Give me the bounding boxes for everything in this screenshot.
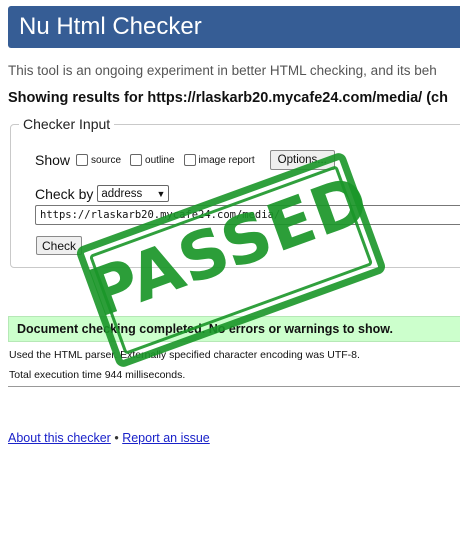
footer-links: About this checker • Report an issue: [8, 431, 210, 445]
source-checkbox-box[interactable]: [76, 154, 89, 166]
checker-input-legend: Checker Input: [19, 116, 115, 132]
execution-time-info: Total execution time 944 milliseconds.: [9, 369, 186, 381]
check-button[interactable]: Check: [36, 236, 83, 255]
show-options-row: Show source outline image report Options…: [35, 150, 335, 170]
outline-checkbox-box[interactable]: [130, 154, 143, 166]
source-checkbox[interactable]: source: [76, 154, 121, 166]
chevron-down-icon: ▼: [156, 188, 166, 199]
footer-separator: •: [114, 431, 119, 445]
check-by-row: Check by address ▼: [35, 185, 170, 202]
options-button[interactable]: Options...: [269, 150, 335, 170]
about-checker-link[interactable]: About this checker: [8, 431, 111, 445]
source-checkbox-label: source: [91, 154, 122, 166]
results-prefix: Showing results for: [8, 90, 148, 106]
page-title: Nu Html Checker: [19, 13, 202, 40]
image-report-checkbox-box[interactable]: [183, 154, 196, 166]
results-heading: Showing results for https://rlaskarb20.m…: [8, 90, 448, 106]
page: Nu Html Checker This tool is an ongoing …: [0, 0, 460, 539]
divider: [8, 386, 460, 387]
image-report-checkbox-label: image report: [198, 154, 255, 166]
url-input[interactable]: https://rlaskarb20.mycafe24.com/media/: [35, 205, 460, 225]
report-issue-link[interactable]: Report an issue: [122, 431, 210, 445]
check-by-select[interactable]: address ▼: [97, 185, 170, 202]
check-by-value: address: [101, 187, 143, 200]
outline-checkbox[interactable]: outline: [130, 154, 175, 166]
parser-info: Used the HTML parser. Externally specifi…: [9, 349, 360, 361]
show-label: Show: [35, 152, 71, 168]
results-url: https://rlaskarb20.mycafe24.com/media/ (…: [147, 90, 448, 106]
title-bar: Nu Html Checker: [8, 6, 460, 48]
success-message: Document checking completed. No errors o…: [8, 316, 460, 342]
check-by-label: Check by: [35, 185, 94, 202]
image-report-checkbox[interactable]: image report: [183, 154, 255, 166]
intro-text: This tool is an ongoing experiment in be…: [8, 63, 437, 78]
outline-checkbox-label: outline: [145, 154, 175, 166]
